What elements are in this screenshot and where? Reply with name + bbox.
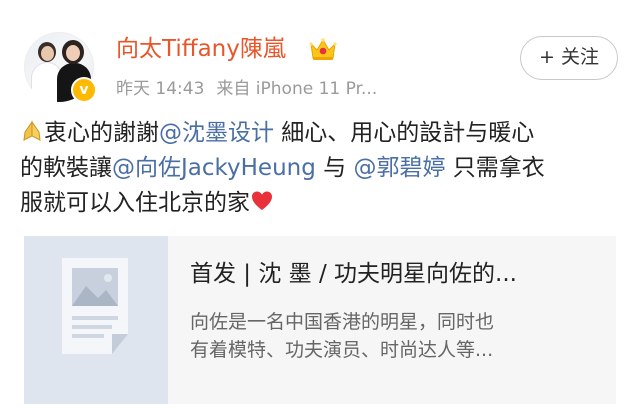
post-meta: 昨天 14:43 来自 iPhone 11 Pr... — [116, 78, 377, 100]
post-line-2: 的軟裝讓@向佐JackyHeung 与 @郭碧婷 只需拿衣 — [20, 151, 624, 186]
post-line-1: 衷心的謝謝@沈墨设计 細心、用心的設計与暖心 — [20, 116, 624, 151]
link-thumbnail — [24, 236, 168, 404]
post-text-segment: 的軟裝讓 — [20, 155, 112, 181]
username[interactable]: 向太Tiffany陳嵐 — [116, 34, 286, 64]
follow-button[interactable]: + 关注 — [520, 36, 618, 80]
link-description-line: 向佐是一名中国香港的明星，同时也 — [190, 311, 495, 333]
avatar-figure-right-face — [66, 45, 80, 61]
post-text-segment: 与 — [315, 155, 354, 181]
folded-hands-icon — [23, 120, 41, 141]
mention-link[interactable]: @向佐JackyHeung — [112, 155, 316, 181]
post-text-segment: 細心、用心的設計与暖心 — [274, 120, 535, 146]
mention-link[interactable]: @郭碧婷 — [353, 155, 445, 181]
avatar-figure-left-face — [41, 46, 54, 61]
link-description: 向佐是一名中国香港的明星，同时也 有着模特、功夫演员、时尚达人等... — [190, 308, 600, 364]
article-icon — [62, 258, 128, 354]
post-time: 昨天 14:43 — [116, 79, 205, 99]
post-text-segment: 衷心的謝謝 — [44, 120, 159, 146]
post-text-segment: 服就可以入住北京的家 — [20, 190, 250, 216]
link-description-line: 有着模特、功夫演员、时尚达人等... — [190, 339, 494, 361]
post-line-3: 服就可以入住北京的家 — [20, 186, 624, 221]
verified-badge-icon: v — [71, 77, 97, 103]
post-text: 衷心的謝謝@沈墨设计 細心、用心的設計与暖心 的軟裝讓@向佐JackyHeung… — [20, 116, 624, 221]
link-title[interactable]: 首发 | 沈 墨 / 功夫明星向佐的... — [190, 258, 600, 290]
red-heart-icon — [252, 191, 272, 210]
link-card[interactable]: 首发 | 沈 墨 / 功夫明星向佐的... 向佐是一名中国香港的明星，同时也 有… — [24, 236, 616, 404]
mention-link[interactable]: @沈墨设计 — [159, 120, 274, 146]
post-source[interactable]: 来自 iPhone 11 Pr... — [216, 79, 377, 99]
crown-icon[interactable] — [308, 36, 338, 62]
post-text-segment: 只需拿衣 — [445, 155, 545, 181]
